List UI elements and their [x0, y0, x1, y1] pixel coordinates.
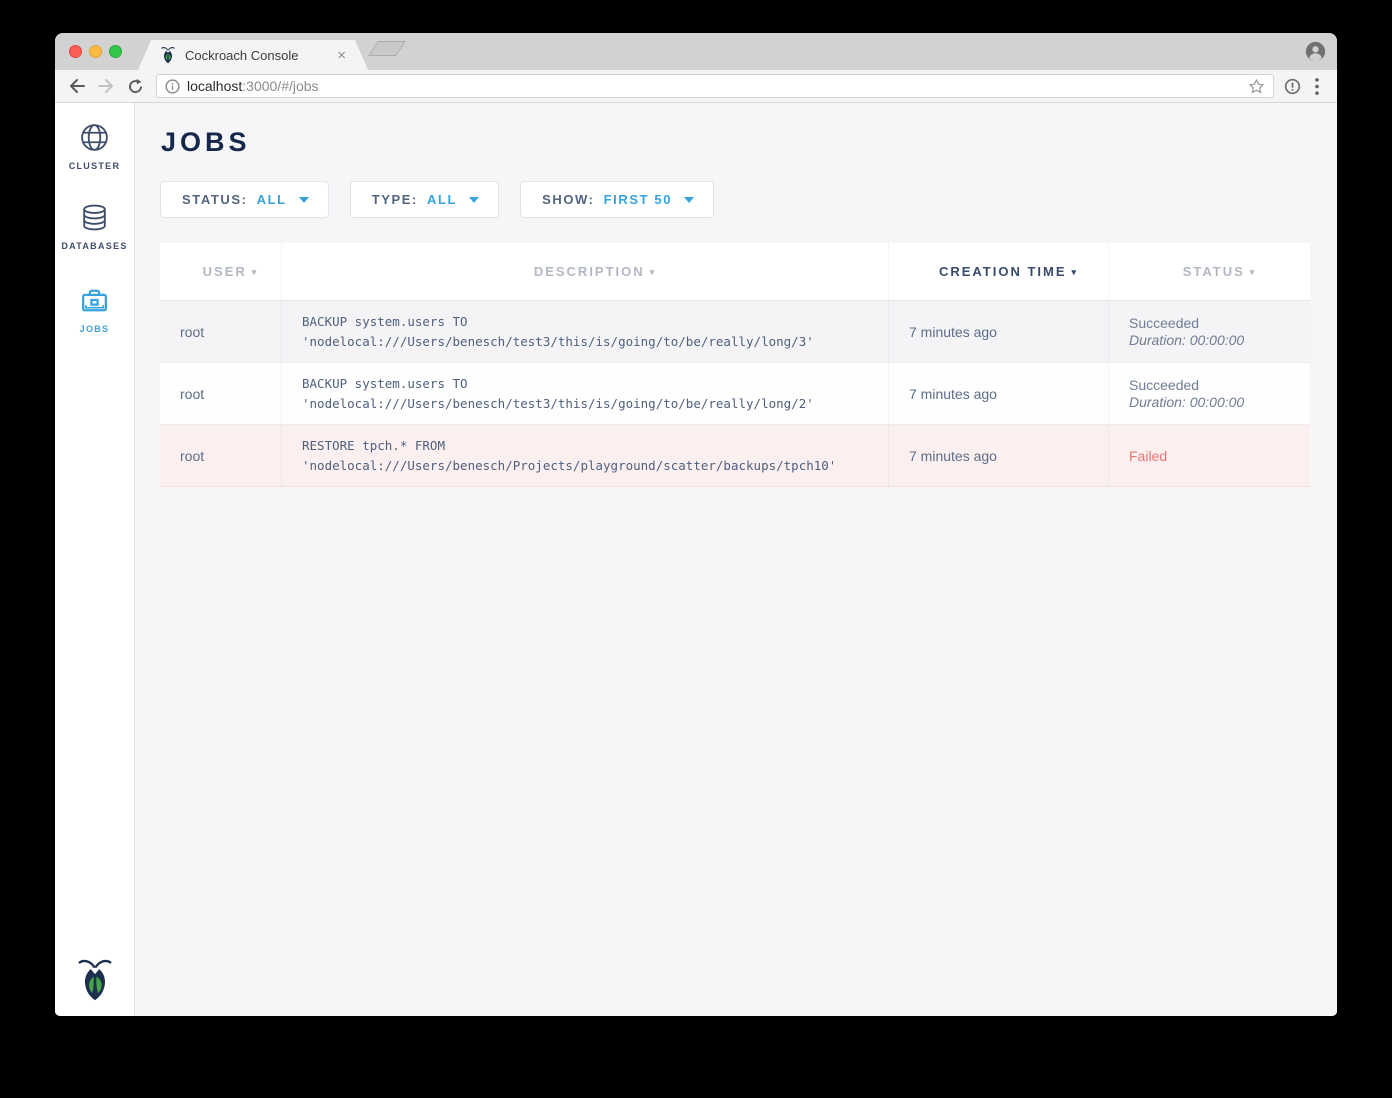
status-badge: Succeeded — [1129, 377, 1310, 393]
forward-button[interactable] — [96, 76, 116, 96]
filter-bar: STATUS: ALL TYPE: ALL SHOW: FIRST 50 — [160, 181, 1311, 218]
globe-icon — [78, 121, 111, 154]
filter-value: ALL — [257, 192, 287, 207]
filter-label: SHOW: — [542, 192, 595, 207]
page-info-icon[interactable] — [165, 79, 180, 94]
description-cell: BACKUP system.users TO 'nodelocal:///Use… — [282, 301, 889, 362]
sort-caret-icon: ▾ — [1072, 267, 1079, 278]
minimize-window-button[interactable] — [89, 45, 102, 58]
new-tab-button[interactable] — [368, 41, 406, 56]
description-line: 'nodelocal:///Users/benesch/test3/this/i… — [302, 332, 888, 352]
table-row: root BACKUP system.users TO 'nodelocal:/… — [160, 363, 1310, 425]
page-title: JOBS — [161, 127, 1311, 158]
table-row: root RESTORE tpch.* FROM 'nodelocal:///U… — [160, 425, 1310, 487]
status-filter-dropdown[interactable]: STATUS: ALL — [160, 181, 329, 218]
database-icon — [78, 201, 111, 234]
description-line: BACKUP system.users TO — [302, 312, 888, 332]
sidebar-item-jobs[interactable]: JOBS — [55, 251, 134, 334]
user-cell: root — [160, 301, 282, 362]
browser-toolbar: localhost:3000/#/jobs — [55, 70, 1337, 103]
favicon-cockroach-icon — [160, 46, 176, 64]
filter-label: STATUS: — [182, 192, 248, 207]
main-content: JOBS STATUS: ALL TYPE: ALL SHOW: FIRST 5… — [135, 103, 1337, 1016]
creation-time-cell: 7 minutes ago — [889, 425, 1109, 486]
type-filter-dropdown[interactable]: TYPE: ALL — [350, 181, 499, 218]
bookmark-star-icon[interactable] — [1248, 78, 1265, 95]
creation-time-cell: 7 minutes ago — [889, 301, 1109, 362]
chevron-down-icon — [299, 197, 309, 203]
description-line: BACKUP system.users TO — [302, 374, 888, 394]
window-controls — [69, 45, 122, 58]
chevron-down-icon — [684, 197, 694, 203]
creation-time-cell: 7 minutes ago — [889, 363, 1109, 424]
sidebar-item-label: JOBS — [80, 324, 110, 334]
zoom-window-button[interactable] — [109, 45, 122, 58]
status-badge: Succeeded — [1129, 315, 1310, 331]
column-header-user[interactable]: USER ▾ — [160, 243, 282, 300]
url-bar[interactable]: localhost:3000/#/jobs — [156, 74, 1274, 98]
description-line: 'nodelocal:///Users/benesch/test3/this/i… — [302, 394, 888, 414]
description-line: RESTORE tpch.* FROM — [302, 436, 888, 456]
column-label: USER — [203, 264, 247, 279]
admin-ui: CLUSTER DATABASES — [55, 103, 1337, 1016]
status-cell: Succeeded Duration: 00:00:00 — [1109, 363, 1310, 424]
status-cell: Succeeded Duration: 00:00:00 — [1109, 301, 1310, 362]
column-label: DESCRIPTION — [534, 264, 645, 279]
url-host: localhost — [187, 78, 242, 94]
column-header-status[interactable]: STATUS ▾ — [1109, 243, 1310, 300]
column-label: CREATION TIME — [939, 264, 1067, 279]
refresh-button[interactable] — [125, 76, 145, 96]
sidebar-item-label: DATABASES — [61, 241, 127, 251]
column-header-creation-time[interactable]: CREATION TIME ▾ — [889, 243, 1109, 300]
table-header-row: USER ▾ DESCRIPTION ▾ CREATION TIME ▾ STA… — [160, 243, 1310, 301]
description-cell: RESTORE tpch.* FROM 'nodelocal:///Users/… — [282, 425, 889, 486]
column-label: STATUS — [1183, 264, 1245, 279]
briefcase-icon — [78, 284, 111, 317]
sidebar-item-databases[interactable]: DATABASES — [55, 171, 134, 251]
sidebar-item-cluster[interactable]: CLUSTER — [55, 103, 134, 171]
sidebar-item-label: CLUSTER — [69, 161, 121, 171]
show-filter-dropdown[interactable]: SHOW: FIRST 50 — [520, 181, 714, 218]
browser-tab[interactable]: Cockroach Console × — [138, 40, 368, 70]
url-text[interactable]: localhost:3000/#/jobs — [187, 78, 1248, 94]
user-cell: root — [160, 425, 282, 486]
browser-window: Cockroach Console × localhost:3000/# — [55, 33, 1337, 1016]
browser-menu-icon[interactable] — [1315, 78, 1319, 95]
browser-profile-avatar[interactable] — [1305, 41, 1326, 62]
user-cell: root — [160, 363, 282, 424]
description-line: 'nodelocal:///Users/benesch/Projects/pla… — [302, 456, 888, 476]
status-cell: Failed — [1109, 425, 1310, 486]
sort-caret-icon: ▾ — [252, 267, 259, 278]
column-header-description[interactable]: DESCRIPTION ▾ — [282, 243, 889, 300]
table-row: root BACKUP system.users TO 'nodelocal:/… — [160, 301, 1310, 363]
sidebar: CLUSTER DATABASES — [55, 103, 135, 1016]
chevron-down-icon — [469, 197, 479, 203]
tab-title: Cockroach Console — [185, 48, 337, 63]
url-path: :3000/#/jobs — [242, 78, 318, 94]
jobs-table: USER ▾ DESCRIPTION ▾ CREATION TIME ▾ STA… — [160, 243, 1310, 487]
extension-icon[interactable] — [1284, 78, 1301, 95]
filter-value: FIRST 50 — [604, 192, 672, 207]
status-duration: Duration: 00:00:00 — [1129, 332, 1310, 348]
filter-value: ALL — [427, 192, 457, 207]
tab-close-icon[interactable]: × — [337, 48, 346, 63]
filter-label: TYPE: — [372, 192, 418, 207]
close-window-button[interactable] — [69, 45, 82, 58]
cockroachdb-logo-icon — [77, 957, 113, 1002]
status-badge: Failed — [1129, 448, 1310, 464]
status-duration: Duration: 00:00:00 — [1129, 394, 1310, 410]
sort-caret-icon: ▾ — [1250, 267, 1257, 278]
toolbar-right-icons — [1284, 78, 1319, 95]
browser-tab-bar: Cockroach Console × — [55, 33, 1337, 70]
description-cell: BACKUP system.users TO 'nodelocal:///Use… — [282, 363, 889, 424]
back-button[interactable] — [67, 76, 87, 96]
sort-caret-icon: ▾ — [650, 267, 657, 278]
